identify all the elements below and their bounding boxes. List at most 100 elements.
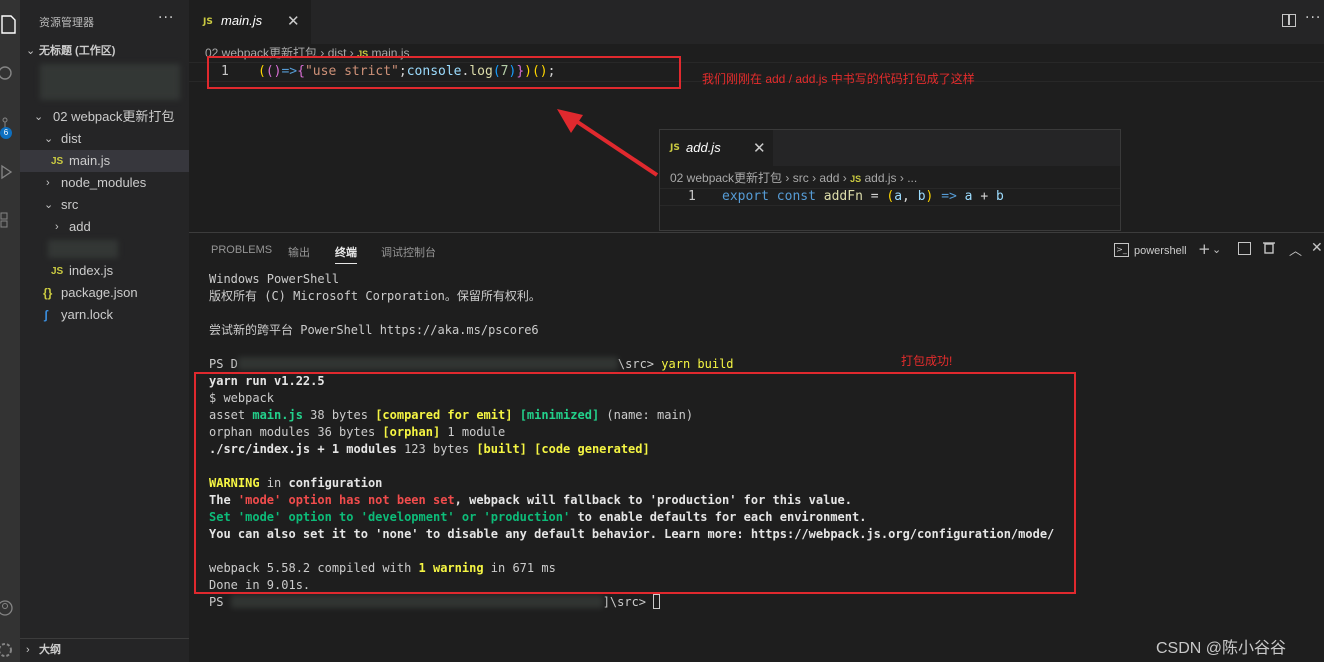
tab-main-js[interactable]: JS main.js ✕ [189,0,311,44]
terminal-prompt: \src> [617,357,662,371]
blurred-region [48,240,118,258]
code-token: addFn [823,189,863,204]
tab-label: main.js [221,13,263,28]
tree-file-index-js[interactable]: JS index.js [20,260,189,282]
js-file-icon: JS [670,143,680,153]
tab-terminal[interactable]: 终端 [335,244,357,264]
outline-section-header[interactable]: › 大纲 [20,638,189,660]
tree-folder-add[interactable]: › add [20,216,189,238]
code-token: = [870,189,879,204]
code-token: const [776,189,816,204]
code-token: b [917,189,926,204]
json-file-icon: {} [43,286,53,300]
account-icon[interactable] [0,598,20,622]
breadcrumb-folder[interactable]: 02 webpack更新打包 [670,171,782,185]
breadcrumb: 02 webpack更新打包 › src › add › JS add.js ›… [670,169,917,186]
tree-folder-node-modules[interactable]: › node_modules [20,172,189,194]
tree-file-main-js[interactable]: JS main.js [20,150,189,172]
tab-debug-console[interactable]: 调试控制台 [381,244,436,260]
search-icon[interactable] [0,62,20,86]
chevron-right-icon: › [46,177,50,189]
editor-tab-bar: JS main.js ✕ ··· [189,0,1324,44]
tree-label: main.js [69,153,111,168]
close-panel-icon[interactable]: ✕ [1311,240,1323,256]
explorer-sidebar: 资源管理器 ··· ⌄ 无标题 (工作区) ⌄ 02 webpack更新打包 ⌄… [20,0,189,662]
tree-label: dist [61,131,82,146]
breadcrumb-separator: › [899,171,904,185]
tree-label: yarn.lock [61,307,114,322]
code-token: a [894,189,903,204]
extensions-icon[interactable] [0,208,20,232]
tree-folder-dist[interactable]: ⌄ dist [20,128,189,150]
settings-gear-icon[interactable] [0,638,20,662]
breadcrumb-ellipsis[interactable]: ... [907,171,917,185]
tree-label: 02 webpack更新打包 [53,109,175,124]
more-actions-icon[interactable]: ··· [158,10,174,26]
watermark: CSDN @陈小谷谷 [1156,640,1287,657]
tab-add-js[interactable]: JS add.js ✕ [660,130,773,166]
breadcrumb-separator: › [785,171,790,185]
trash-icon[interactable] [1263,240,1275,258]
chevron-down-icon[interactable]: ⌄ [1212,243,1221,256]
explorer-title: 资源管理器 [39,17,94,29]
code-token: b [995,189,1004,204]
tree-label: src [61,197,79,212]
split-editor-icon[interactable] [1282,14,1296,27]
tree-file-package-json[interactable]: {} package.json [20,282,189,304]
blurred-region [40,64,180,100]
terminal-line: 尝试新的跨平台 PowerShell https://aka.ms/pscore… [209,323,539,337]
close-icon[interactable]: ✕ [287,12,300,30]
workspace-header[interactable]: ⌄ 无标题 (工作区) [20,40,189,62]
chevron-down-icon: ⌄ [44,133,54,145]
snippet-tab-bar: JS add.js ✕ [660,130,1120,166]
blurred-path [237,357,618,370]
terminal-prompt: PS [209,595,231,609]
highlight-box [194,372,1076,594]
line-number: 1 [688,189,696,204]
tree-folder-project[interactable]: ⌄ 02 webpack更新打包 [20,106,189,128]
tree-folder-src[interactable]: ⌄ src [20,194,189,216]
code-token: export [722,189,769,204]
tree-label: index.js [69,263,114,278]
chevron-right-icon: › [55,221,59,233]
terminal-prompt: PS D [209,357,238,371]
more-actions-icon[interactable]: ··· [1305,10,1321,26]
code-text: export const addFn = (a, b) => a + b [722,189,1004,204]
maximize-panel-icon[interactable]: ︿ [1289,240,1302,259]
tab-problems[interactable]: PROBLEMS [211,244,272,256]
terminal-line: 版权所有 (C) Microsoft Corporation。保留所有权利。 [209,289,541,303]
annotation-arrow [557,109,659,177]
code-token: ) [925,189,934,204]
terminal-line: Windows PowerShell [209,272,340,286]
annotation-text: 我们刚刚在 add / add.js 中书写的代码打包成了这样 [702,72,975,86]
breadcrumb-separator: › [812,171,817,185]
close-icon[interactable]: ✕ [753,139,766,157]
activity-bar: 6 [0,0,20,662]
terminal-command: yarn build [661,357,734,371]
code-line[interactable]: 1 export const addFn = (a, b) => a + b [660,188,1120,206]
chevron-down-icon: ⌄ [26,45,36,57]
terminal-prompt: ]\src> [602,595,654,609]
js-file-icon: JS [850,174,862,184]
tree-file-yarn-lock[interactable]: ʃ yarn.lock [20,304,189,326]
tree-label: node_modules [61,175,147,190]
blurred-path [230,595,603,608]
terminal-shell-selector[interactable]: powershell [1134,245,1187,257]
add-js-snippet: JS add.js ✕ 02 webpack更新打包 › src › add ›… [659,129,1121,231]
split-terminal-icon[interactable] [1238,242,1251,255]
js-file-icon: JS [203,17,213,27]
tab-output[interactable]: 输出 [288,244,310,260]
outline-label: 大纲 [39,644,61,656]
breadcrumb-src[interactable]: src [793,171,809,185]
terminal-shell-icon: >_ [1114,243,1129,257]
new-terminal-icon[interactable]: + [1198,240,1211,258]
code-token: a [964,189,973,204]
explorer-icon[interactable] [0,12,20,36]
source-control-badge: 6 [0,127,12,139]
chevron-down-icon: ⌄ [34,111,44,123]
breadcrumb-add[interactable]: add [819,171,839,185]
tab-label: add.js [686,140,721,155]
chevron-down-icon: ⌄ [44,199,54,211]
breadcrumb-file[interactable]: add.js [865,171,897,185]
run-debug-icon[interactable] [0,160,20,184]
